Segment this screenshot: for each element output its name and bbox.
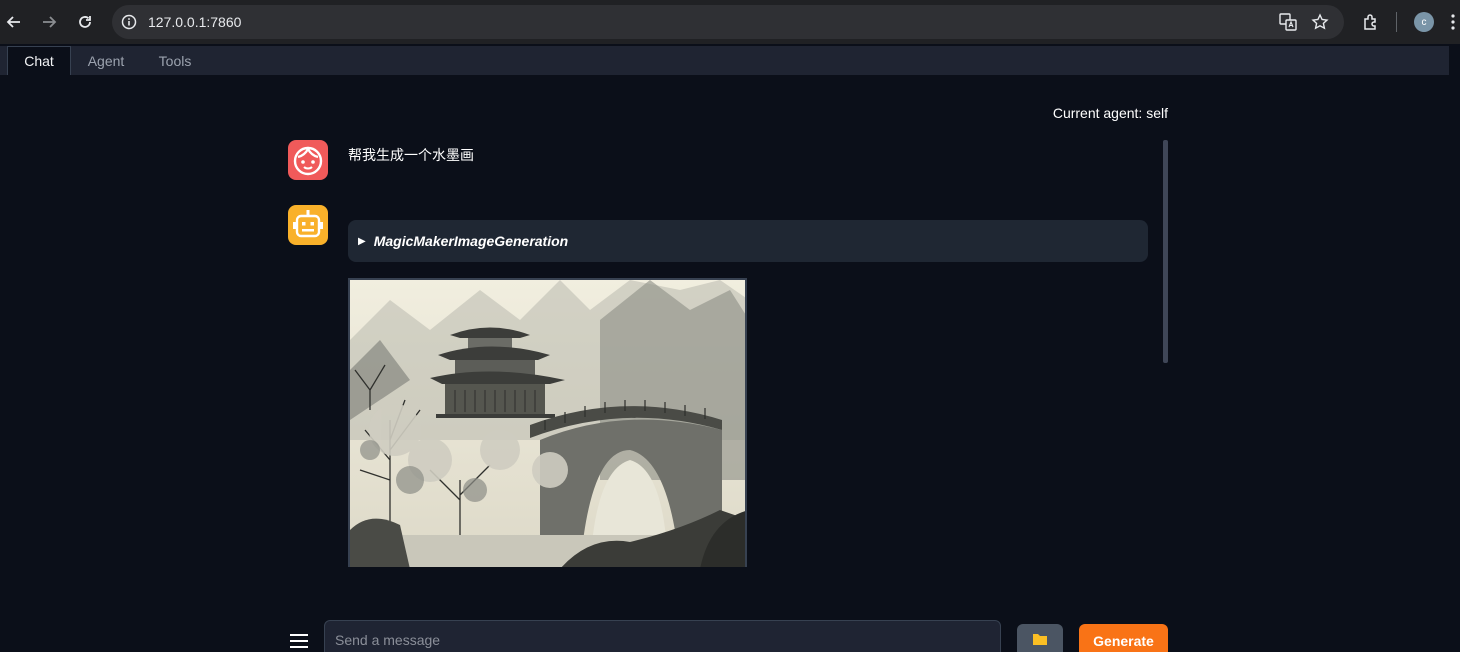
toolbar-divider [1396,12,1397,32]
user-face-icon [288,140,328,180]
current-agent-label: Current agent: self [1052,105,1168,121]
kebab-menu-icon[interactable] [1446,11,1460,33]
forward-icon[interactable] [37,10,61,34]
generated-ink-painting-image[interactable] [348,278,747,567]
tool-call-details[interactable]: ▶ MagicMakerImageGeneration [348,220,1148,262]
translate-icon[interactable] [1278,12,1298,32]
back-icon[interactable] [2,10,26,34]
upload-file-button[interactable] [1017,624,1063,652]
chat-scrollbar[interactable] [1163,140,1168,363]
folder-icon [1032,632,1048,651]
robot-icon [288,205,328,245]
tab-tools[interactable]: Tools [147,46,203,75]
expand-triangle-icon[interactable]: ▶ [358,236,366,247]
app-tabbar: Chat Agent Tools [0,46,1449,75]
tab-chat[interactable]: Chat [7,46,71,75]
address-bar[interactable]: 127.0.0.1:7860 [112,5,1344,39]
reload-icon[interactable] [73,10,97,34]
star-icon[interactable] [1310,12,1330,32]
url-text[interactable]: 127.0.0.1:7860 [148,14,241,30]
tab-agent[interactable]: Agent [76,46,136,75]
message-input[interactable] [324,620,1001,652]
extensions-icon[interactable] [1360,11,1382,33]
profile-avatar[interactable]: c [1414,12,1434,32]
menu-icon[interactable] [288,630,310,652]
site-info-icon[interactable] [121,14,137,30]
tool-call-name[interactable]: MagicMakerImageGeneration [374,233,569,249]
browser-toolbar: 127.0.0.1:7860 c [0,0,1460,44]
user-message-text: 帮我生成一个水墨画 [348,148,474,164]
generate-button[interactable]: Generate [1079,624,1168,652]
